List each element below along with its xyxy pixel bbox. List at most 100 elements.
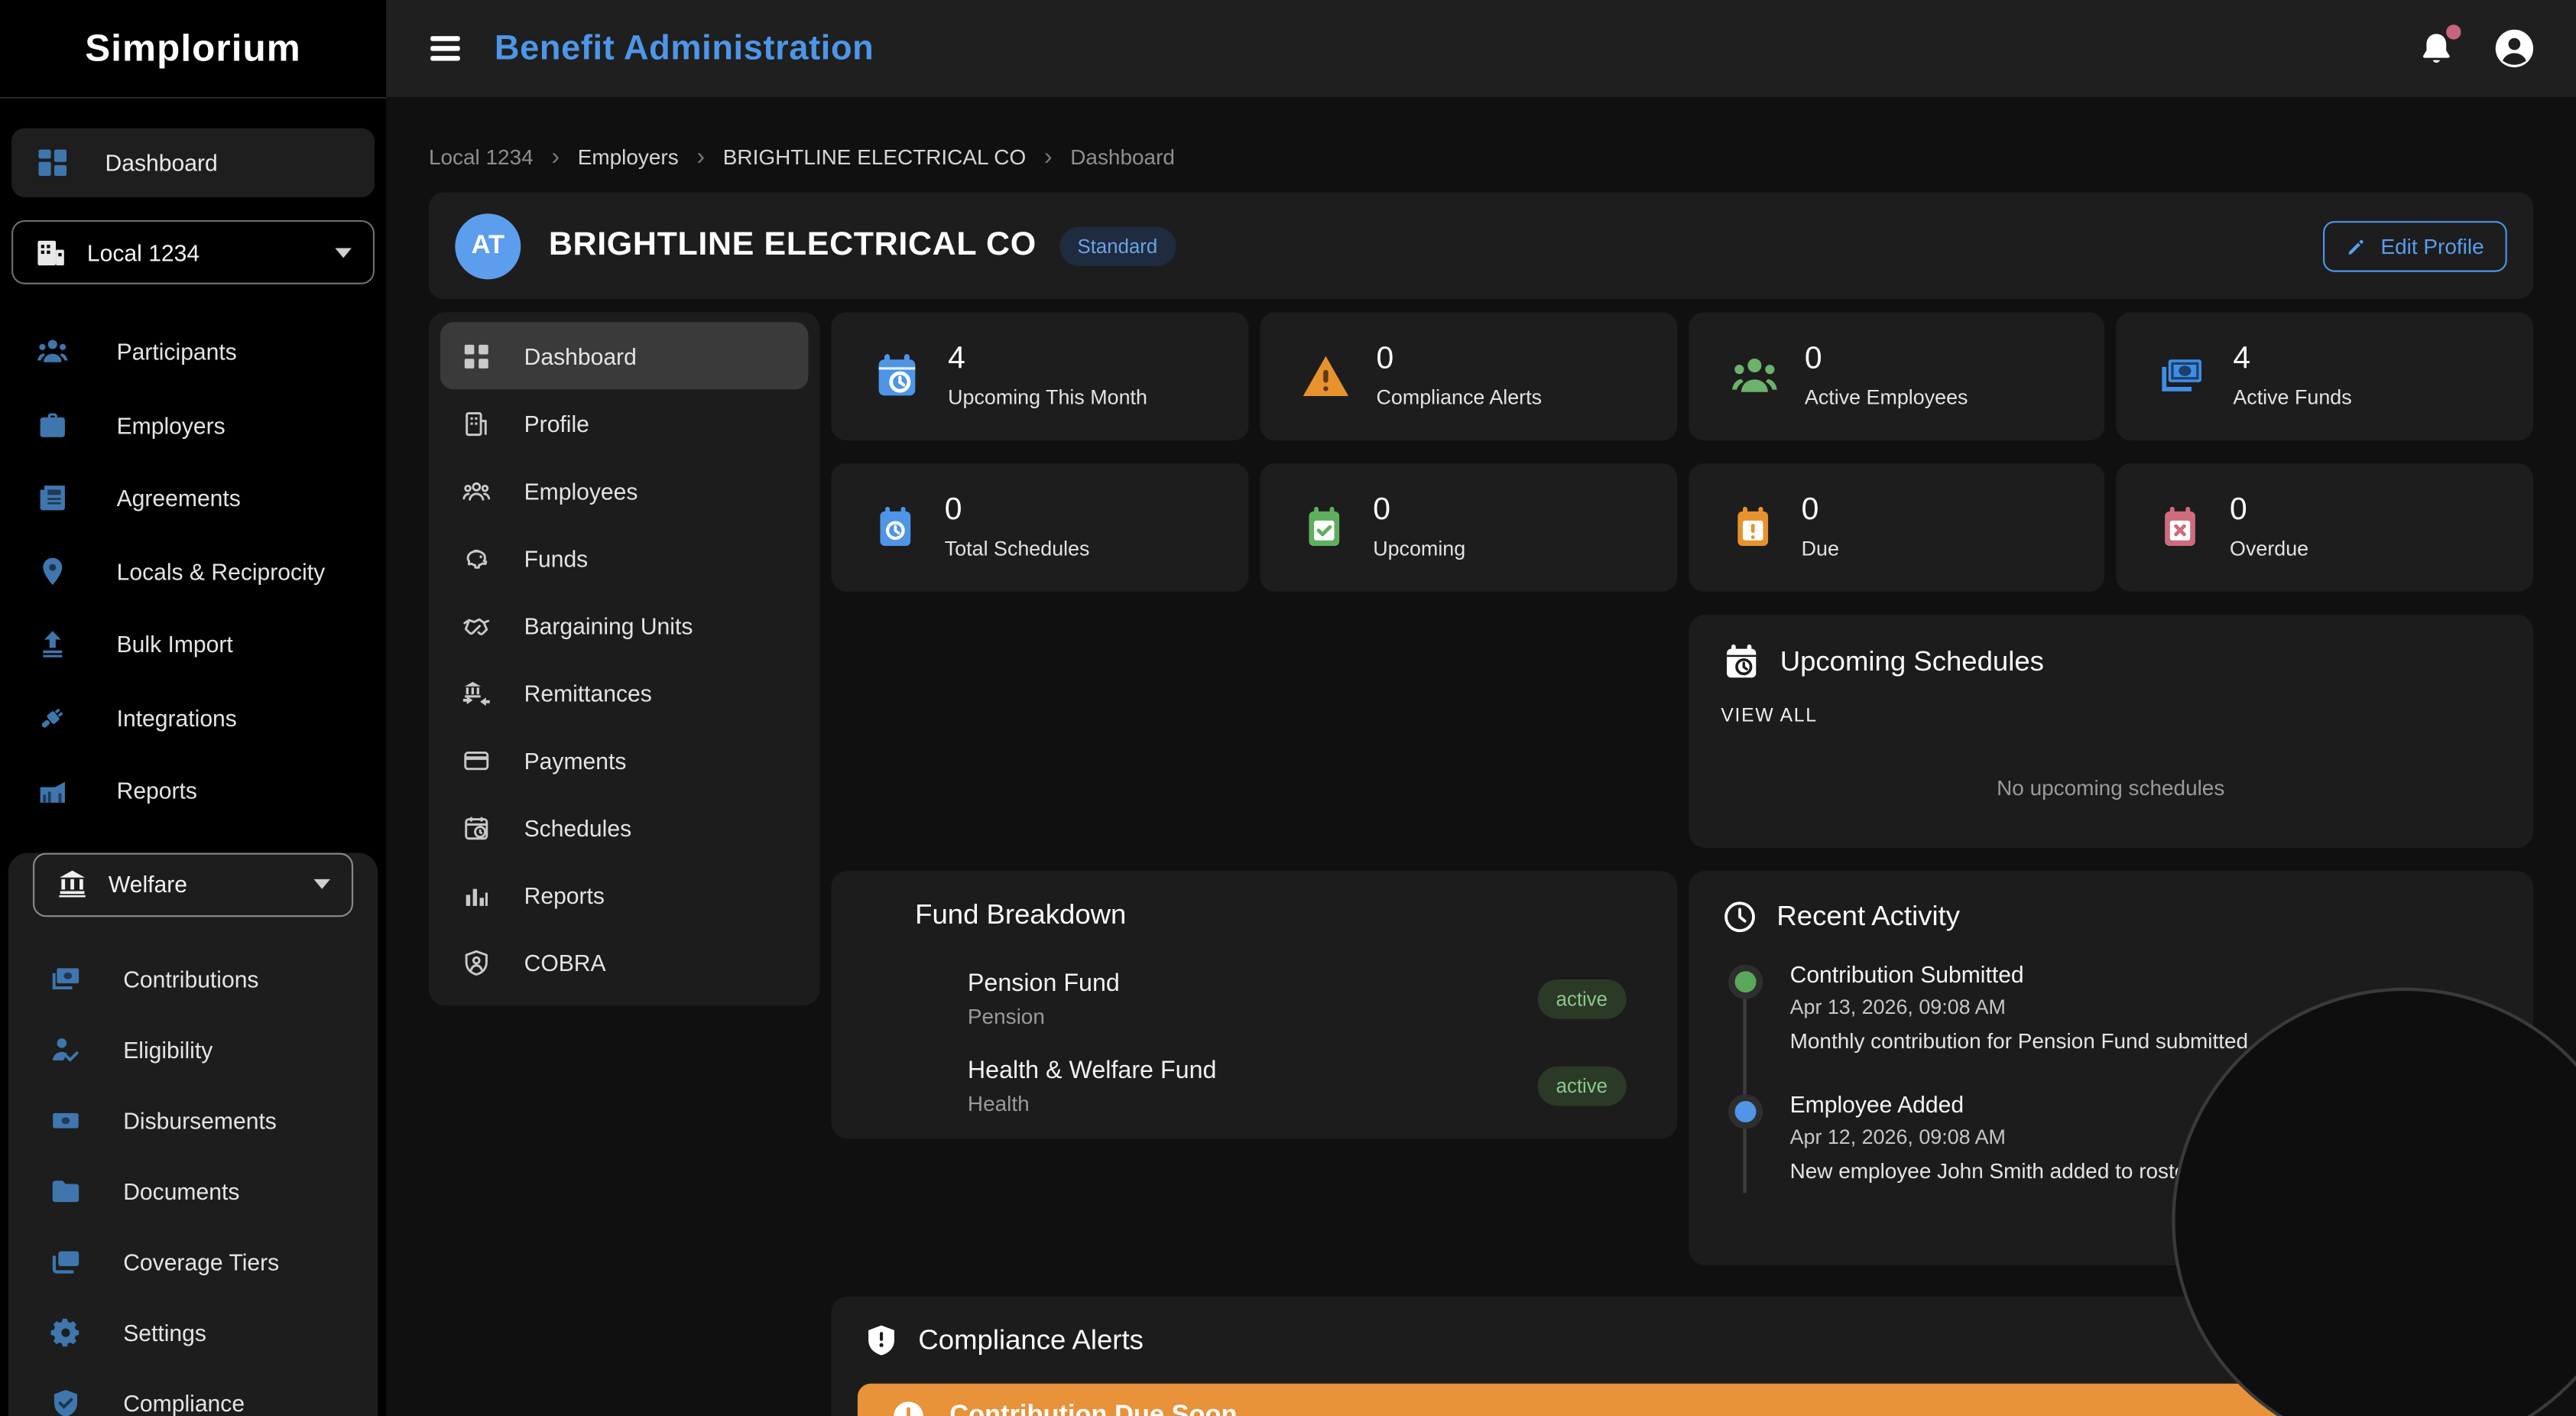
sidebar-item-employers[interactable]: Employers: [0, 388, 386, 462]
sidebar-item-label: Integrations: [117, 704, 237, 730]
timeline-dot: [1728, 965, 1762, 999]
notifications-button[interactable]: [2417, 29, 2457, 69]
briefcase-icon: [36, 409, 69, 442]
sidebar-item-agreements[interactable]: Agreements: [0, 462, 386, 535]
pencil-icon: [2346, 235, 2367, 256]
activity-timestamp: Apr 12, 2026, 09:08 AM: [1790, 1125, 2501, 1148]
sidebar-item-participants[interactable]: Participants: [0, 316, 386, 389]
stat-value: 0: [2230, 494, 2308, 527]
tab-dashboard[interactable]: Dashboard: [440, 322, 808, 389]
sidebar-item-documents[interactable]: Documents: [8, 1156, 378, 1226]
dashboard-grid-icon: [36, 146, 69, 179]
sidebar-item-reports[interactable]: Reports: [0, 754, 386, 827]
plug-icon: [36, 701, 69, 734]
calendar-check-icon: [1301, 503, 1347, 552]
clock-icon: [1721, 899, 1757, 935]
avatar: AT: [455, 213, 521, 278]
stat-value: 0: [1802, 494, 1839, 527]
sidebar-item-contributions[interactable]: Contributions: [8, 944, 378, 1015]
welfare-nav: Contributions Eligibility Disbursements …: [8, 944, 378, 1416]
view-details-link[interactable]: VIEW DETAILS: [2314, 1405, 2474, 1416]
activity-title: Employee Added: [1790, 1091, 2501, 1117]
activity-item: Contribution Submitted Apr 13, 2026, 09:…: [1728, 961, 2500, 1053]
timeline-dot: [1728, 1094, 1762, 1129]
sidebar-item-disbursements[interactable]: Disbursements: [8, 1086, 378, 1156]
employer-name: BRIGHTLINE ELECTRICAL CO: [549, 227, 1037, 265]
tab-schedules[interactable]: Schedules: [440, 794, 808, 861]
stat-card-active-funds: 4Active Funds: [2117, 312, 2533, 440]
cash-stack-icon: [49, 963, 82, 995]
card-title: Recent Activity: [1776, 901, 1960, 934]
card-title: Compliance Alerts: [918, 1323, 1143, 1356]
sidebar-item-bulk-import[interactable]: Bulk Import: [0, 608, 386, 681]
stat-value: 4: [2233, 343, 2351, 375]
breadcrumb-item[interactable]: Employers: [578, 145, 679, 169]
sidebar-item-eligibility[interactable]: Eligibility: [8, 1015, 378, 1085]
people-icon: [36, 336, 69, 369]
chevron-down-icon: [335, 247, 351, 257]
tab-cobra[interactable]: COBRA: [440, 928, 808, 995]
stat-card-active-employees: 0 Active Employees: [1688, 312, 2104, 440]
fund-selector-value: Welfare: [109, 871, 187, 897]
sidebar-item-locals-reciprocity[interactable]: Locals & Reciprocity: [0, 535, 386, 609]
stat-label: Due: [1802, 538, 1839, 561]
stat-label: Active Employees: [1805, 387, 1968, 410]
banknote-icon: [49, 1104, 82, 1137]
view-all-link[interactable]: VIEW ALL: [1721, 706, 1817, 726]
stat-card-overdue: 0Overdue: [2117, 463, 2533, 592]
recent-activity-card: Recent Activity Contribution Submitted A…: [1688, 871, 2533, 1265]
sidebar-item-label: Contributions: [123, 966, 258, 992]
menu-icon[interactable]: [430, 37, 460, 60]
tab-label: Funds: [524, 544, 589, 570]
sidebar-item-coverage-tiers[interactable]: Coverage Tiers: [8, 1226, 378, 1297]
tab-label: Dashboard: [524, 343, 637, 369]
people-icon: [1729, 352, 1778, 401]
fund-selector[interactable]: Welfare: [33, 852, 353, 916]
tab-label: Bargaining Units: [524, 612, 693, 638]
stat-card-total-schedules: 0Total Schedules: [832, 463, 1248, 592]
report-building-icon: [36, 775, 69, 807]
sidebar-item-compliance[interactable]: Compliance: [8, 1368, 378, 1416]
tab-label: COBRA: [524, 949, 606, 975]
chevron-down-icon: [314, 879, 330, 889]
dashboard-grid-icon: [462, 341, 492, 371]
tab-employees[interactable]: Employees: [440, 456, 808, 524]
stat-card-upcoming-this-month: 4Upcoming This Month: [832, 312, 1248, 440]
tab-funds[interactable]: Funds: [440, 525, 808, 592]
tab-label: Profile: [524, 410, 589, 436]
stat-card-compliance-alerts: 0Compliance Alerts: [1260, 312, 1676, 440]
stat-value: 0: [1805, 343, 1968, 375]
activity-title: Contribution Submitted: [1790, 961, 2501, 987]
calendar-clock-icon: [462, 813, 492, 843]
card-title: Fund Breakdown: [915, 899, 1626, 932]
topbar: Benefit Administration: [386, 0, 2576, 97]
breadcrumb-item: Dashboard: [1070, 145, 1175, 169]
stat-label: Compliance Alerts: [1377, 387, 1543, 410]
tab-reports[interactable]: Reports: [440, 861, 808, 928]
activity-description: Monthly contribution for Pension Fund su…: [1790, 1028, 2501, 1053]
tab-profile[interactable]: Profile: [440, 389, 808, 456]
folder-icon: [49, 1175, 82, 1208]
building-icon: [462, 408, 492, 438]
compliance-alerts-card: Compliance Alerts Contribution Due Soon …: [832, 1297, 2534, 1416]
tab-remittances[interactable]: Remittances: [440, 659, 808, 726]
account-button[interactable]: [2492, 26, 2536, 70]
fund-row: Pension Fund Pension active: [968, 969, 1626, 1028]
edit-profile-label: Edit Profile: [2381, 233, 2484, 258]
sidebar-item-label: Reports: [117, 778, 197, 804]
sidebar-item-dashboard[interactable]: Dashboard: [11, 128, 375, 197]
stat-card-due: 0 Due: [1688, 463, 2104, 592]
breadcrumb-item[interactable]: Local 1234: [429, 145, 534, 169]
fund-row: Health & Welfare Fund Health active: [968, 1057, 1626, 1116]
sidebar-item-settings[interactable]: Settings: [8, 1297, 378, 1368]
edit-profile-button[interactable]: Edit Profile: [2323, 220, 2506, 271]
stat-value: 0: [945, 494, 1090, 527]
tab-bargaining-units[interactable]: Bargaining Units: [440, 592, 808, 659]
local-selector[interactable]: Local 1234: [11, 220, 375, 284]
breadcrumb-item[interactable]: BRIGHTLINE ELECTRICAL CO: [723, 145, 1026, 169]
gear-icon: [49, 1317, 82, 1349]
stat-label: Upcoming This Month: [948, 387, 1147, 410]
sidebar-item-integrations[interactable]: Integrations: [0, 681, 386, 755]
status-badge: active: [1538, 979, 1626, 1019]
tab-payments[interactable]: Payments: [440, 726, 808, 794]
